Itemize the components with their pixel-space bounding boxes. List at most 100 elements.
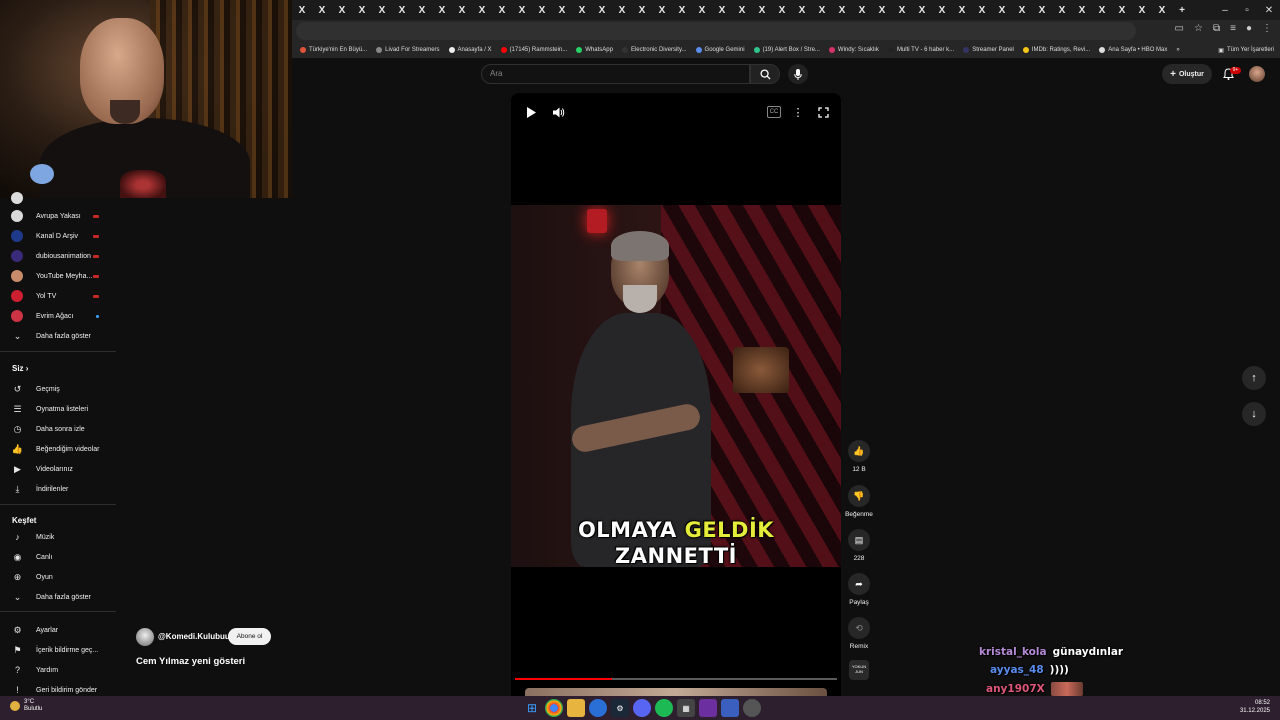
- sidebar-item[interactable]: ⌄ Daha fazla göster: [0, 328, 116, 344]
- calculator-icon[interactable]: ▦: [677, 699, 695, 717]
- settings-app-icon[interactable]: [743, 699, 761, 717]
- tab-close-icon[interactable]: X: [672, 0, 692, 20]
- tab-close-icon[interactable]: X: [1112, 0, 1132, 20]
- tab-close-icon[interactable]: X: [372, 0, 392, 20]
- bookmark-item[interactable]: Streamer Panel: [963, 47, 1014, 53]
- bookmark-item[interactable]: Windy: Sıcaklık: [828, 47, 879, 53]
- tab-close-icon[interactable]: X: [972, 0, 992, 20]
- bookmark-item[interactable]: IMDb: Ratings, Revi...: [1022, 47, 1090, 53]
- bookmark-item[interactable]: WhatsApp: [576, 47, 613, 53]
- sidebar-item[interactable]: Kanal D Arşiv: [0, 228, 116, 244]
- tab-close-icon[interactable]: X: [352, 0, 372, 20]
- tab-close-icon[interactable]: X: [712, 0, 732, 20]
- edge-icon[interactable]: [589, 699, 607, 717]
- tab-close-icon[interactable]: X: [632, 0, 652, 20]
- tab-close-icon[interactable]: X: [992, 0, 1012, 20]
- steam-icon[interactable]: ⚙: [611, 699, 629, 717]
- tab-close-icon[interactable]: X: [852, 0, 872, 20]
- fullscreen-button[interactable]: [815, 104, 831, 120]
- tab-close-icon[interactable]: X: [1012, 0, 1032, 20]
- sidebar-item[interactable]: ⤓ İndirilenler: [0, 481, 116, 497]
- more-options-button[interactable]: ⋮: [792, 104, 804, 120]
- twitch-icon[interactable]: [699, 699, 717, 717]
- create-button[interactable]: + Oluştur: [1162, 64, 1212, 84]
- sidebar-item[interactable]: YouTube Meyha...: [0, 268, 116, 284]
- progress-bar[interactable]: [515, 678, 837, 680]
- bookmark-item[interactable]: (19) Alert Box / Stre...: [753, 47, 820, 53]
- sidebar-item[interactable]: ⌄ Daha fazla göster: [0, 589, 116, 605]
- tab-close-icon[interactable]: X: [832, 0, 852, 20]
- windows-start-icon[interactable]: ⊞: [523, 699, 541, 717]
- profile-icon[interactable]: ●: [1246, 23, 1252, 34]
- tab-close-icon[interactable]: X: [772, 0, 792, 20]
- tab-close-icon[interactable]: X: [332, 0, 352, 20]
- close-window-button[interactable]: ✕: [1258, 5, 1280, 16]
- tab-close-icon[interactable]: X: [1032, 0, 1052, 20]
- tab-close-icon[interactable]: X: [952, 0, 972, 20]
- all-bookmarks[interactable]: ▣ Tüm Yer İşaretleri: [1218, 47, 1274, 54]
- tab-close-icon[interactable]: X: [572, 0, 592, 20]
- tab-close-icon[interactable]: X: [1152, 0, 1172, 20]
- tab-close-icon[interactable]: X: [872, 0, 892, 20]
- bookmark-item[interactable]: Türkiye'nin En Büyü...: [300, 47, 367, 53]
- file-explorer-icon[interactable]: [567, 699, 585, 717]
- bookmark-item[interactable]: Multi TV - 6 haber k...: [887, 47, 954, 53]
- bookmark-item[interactable]: Electronic Diversity...: [621, 47, 687, 53]
- tab-close-icon[interactable]: X: [472, 0, 492, 20]
- tab-close-icon[interactable]: X: [752, 0, 772, 20]
- dislike-action[interactable]: 👎 Beğenme: [845, 485, 873, 518]
- video-title[interactable]: Cem Yılmaz yeni gösteri: [136, 656, 245, 667]
- tab-close-icon[interactable]: X: [492, 0, 512, 20]
- search-input[interactable]: Ara: [481, 64, 750, 84]
- sidebar-item[interactable]: Yol TV: [0, 288, 116, 304]
- account-avatar[interactable]: [1249, 66, 1265, 82]
- sidebar-item[interactable]: ↺ Geçmiş: [0, 381, 116, 397]
- sidebar-item[interactable]: Evrim Ağacı: [0, 308, 116, 324]
- sidebar-heading-you[interactable]: Siz ›: [12, 364, 28, 373]
- tab-close-icon[interactable]: X: [1052, 0, 1072, 20]
- tab-close-icon[interactable]: X: [932, 0, 952, 20]
- bookmark-item[interactable]: Livad For Streamers: [376, 47, 440, 53]
- previous-short-button[interactable]: ↑: [1242, 366, 1266, 390]
- tab-close-icon[interactable]: X: [392, 0, 412, 20]
- obs-icon[interactable]: [721, 699, 739, 717]
- tab-close-icon[interactable]: X: [1092, 0, 1112, 20]
- tab-close-icon[interactable]: X: [912, 0, 932, 20]
- minimize-button[interactable]: –: [1214, 5, 1236, 16]
- sidebar-item[interactable]: ⚑ İçerik bildirme geç...: [0, 642, 116, 658]
- sidebar-item[interactable]: dubiousanimation: [0, 248, 116, 264]
- sidebar-item[interactable]: ▶ Videolarınız: [0, 461, 116, 477]
- sidebar-item[interactable]: ♪ Müzik: [0, 529, 116, 545]
- sidebar-item[interactable]: Avrupa Yakası: [0, 208, 116, 224]
- shorts-player[interactable]: OLMAYA GELDİK ZANNETTİ CC ⋮: [511, 93, 841, 698]
- channel-avatar[interactable]: [136, 628, 154, 646]
- tab-close-icon[interactable]: X: [792, 0, 812, 20]
- tab-close-icon[interactable]: X: [292, 0, 312, 20]
- system-clock[interactable]: 08:52 31.12.2025: [1240, 699, 1270, 715]
- tab-close-icon[interactable]: X: [552, 0, 572, 20]
- channel-name[interactable]: @Komedi.Kulubuu: [158, 632, 230, 641]
- tab-close-icon[interactable]: X: [612, 0, 632, 20]
- bookmark-item[interactable]: (17145) Rammstein...: [500, 47, 567, 53]
- tab-close-icon[interactable]: X: [812, 0, 832, 20]
- tab-close-icon[interactable]: X: [692, 0, 712, 20]
- tab-close-icon[interactable]: X: [312, 0, 332, 20]
- remix-action[interactable]: ⟲ Remix: [847, 617, 871, 650]
- sidebar-item[interactable]: 👍 Beğendiğim videolar: [0, 441, 116, 457]
- bookmarks-overflow-button[interactable]: »: [1176, 47, 1179, 53]
- tab-close-icon[interactable]: X: [512, 0, 532, 20]
- volume-button[interactable]: [551, 104, 567, 120]
- tab-close-icon[interactable]: X: [1132, 0, 1152, 20]
- spotify-icon[interactable]: [655, 699, 673, 717]
- more-icon[interactable]: ⋮: [1262, 23, 1272, 34]
- bookmark-item[interactable]: Google Gemini: [695, 47, 745, 53]
- star-icon[interactable]: ☆: [1194, 23, 1203, 34]
- cast-icon[interactable]: ▭: [1175, 23, 1184, 34]
- subscribe-button[interactable]: Abone ol: [228, 628, 271, 645]
- sidebar-item[interactable]: ? Yardım: [0, 662, 116, 678]
- next-short-button[interactable]: ↓: [1242, 402, 1266, 426]
- new-tab-button[interactable]: +: [1172, 0, 1192, 20]
- url-field[interactable]: [296, 22, 1136, 40]
- tab-close-icon[interactable]: X: [1072, 0, 1092, 20]
- sidebar-item[interactable]: ◷ Daha sonra izle: [0, 421, 116, 437]
